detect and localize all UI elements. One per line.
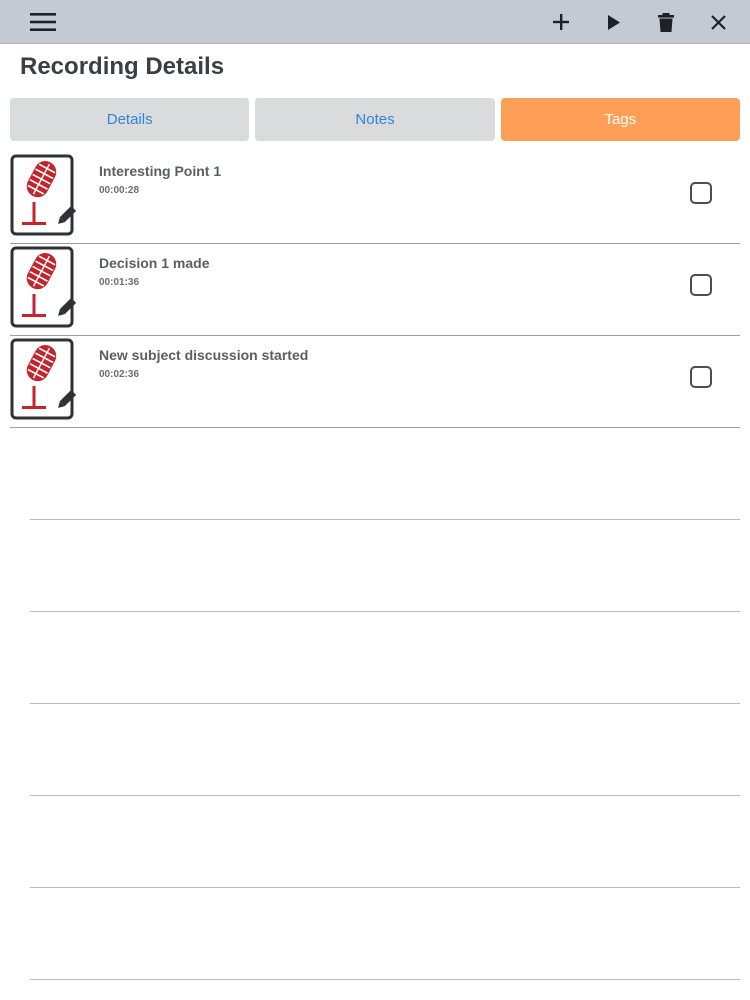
tag-title: Decision 1 made bbox=[99, 255, 210, 271]
tag-checkbox[interactable] bbox=[690, 182, 712, 204]
microphone-tag-icon bbox=[10, 338, 77, 420]
tag-title: Interesting Point 1 bbox=[99, 163, 222, 179]
microphone-tag-icon bbox=[10, 246, 77, 328]
empty-row-divider bbox=[30, 887, 740, 888]
empty-row-divider bbox=[30, 611, 740, 612]
list-item[interactable]: Interesting Point 1 00:00:28 bbox=[0, 152, 750, 244]
empty-row-divider bbox=[30, 519, 740, 520]
tag-timestamp: 00:00:28 bbox=[99, 185, 140, 196]
trash-icon bbox=[658, 12, 674, 32]
delete-button[interactable] bbox=[645, 0, 687, 44]
empty-row-divider bbox=[30, 795, 740, 796]
empty-row-divider bbox=[30, 979, 740, 980]
tag-title: New subject discussion started bbox=[99, 347, 309, 363]
empty-row-divider bbox=[30, 703, 740, 704]
top-toolbar bbox=[0, 0, 750, 44]
tab-details[interactable]: Details bbox=[10, 98, 250, 141]
list-item[interactable]: Decision 1 made 00:01:36 bbox=[0, 244, 750, 336]
play-button[interactable] bbox=[593, 0, 635, 44]
hamburger-menu-icon bbox=[30, 13, 56, 31]
tag-timestamp: 00:02:36 bbox=[99, 369, 140, 380]
tag-checkbox[interactable] bbox=[690, 366, 712, 388]
microphone-tag-icon bbox=[10, 154, 77, 236]
close-button[interactable] bbox=[697, 0, 739, 44]
add-icon bbox=[553, 14, 569, 30]
list-item[interactable]: New subject discussion started 00:02:36 bbox=[0, 336, 750, 428]
tab-notes[interactable]: Notes bbox=[255, 98, 495, 141]
play-icon bbox=[608, 14, 620, 30]
tag-checkbox[interactable] bbox=[690, 274, 712, 296]
menu-button[interactable] bbox=[18, 0, 68, 44]
tags-list: Interesting Point 1 00:00:28 Decision 1 bbox=[0, 152, 750, 428]
tag-timestamp: 00:01:36 bbox=[99, 277, 140, 288]
tab-tags[interactable]: Tags bbox=[500, 98, 740, 141]
close-icon bbox=[710, 14, 726, 30]
page-title: Recording Details bbox=[20, 53, 225, 80]
add-button[interactable] bbox=[540, 0, 582, 44]
tab-bar: Details Notes Tags bbox=[10, 98, 740, 141]
